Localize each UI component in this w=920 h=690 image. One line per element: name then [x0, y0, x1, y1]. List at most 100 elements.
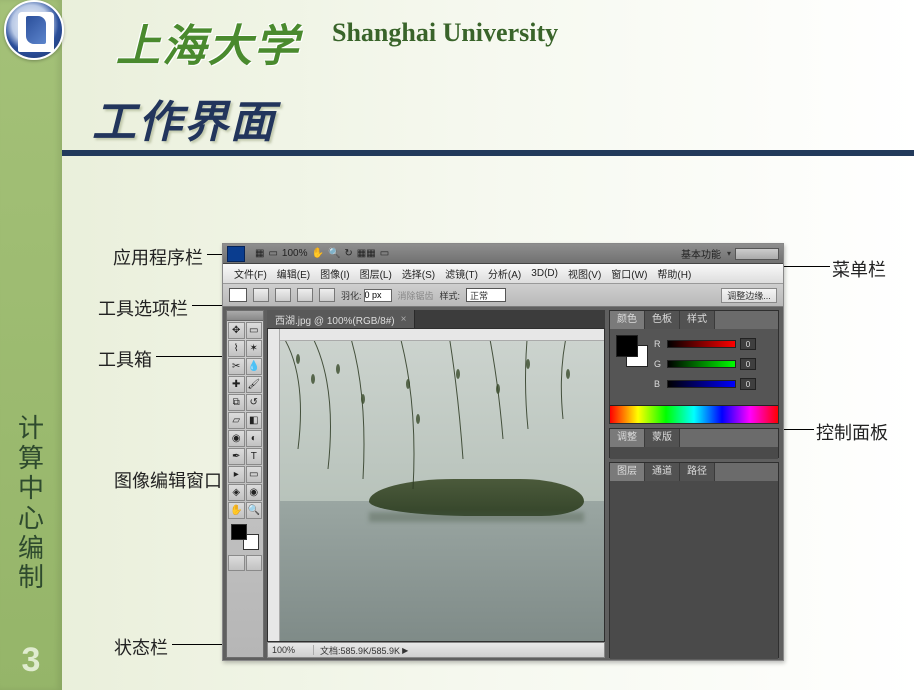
lasso-tool-icon[interactable]: ⌇ — [228, 340, 245, 357]
color-panel[interactable]: 颜色 色板 样式 R 0 G 0 B — [609, 310, 779, 424]
add-selection-icon[interactable] — [275, 288, 291, 302]
g-value[interactable]: 0 — [740, 358, 756, 370]
hand-tool-icon-tb[interactable]: ✋ — [228, 502, 245, 519]
g-label: G — [654, 359, 663, 369]
feather-label: 羽化: — [341, 289, 362, 302]
history-brush-tool-icon[interactable]: ↺ — [246, 394, 263, 411]
style-dropdown[interactable]: 正常 — [466, 288, 506, 302]
bridge-icon[interactable]: ▦ — [255, 248, 264, 259]
b-track[interactable] — [667, 380, 736, 388]
status-menu-icon[interactable]: ▶ — [402, 646, 408, 655]
tab-layers[interactable]: 图层 — [610, 463, 645, 481]
menu-filter[interactable]: 滤镜(T) — [440, 266, 483, 281]
gradient-tool-icon[interactable]: ◧ — [246, 412, 263, 429]
b-slider[interactable]: B 0 — [654, 377, 756, 391]
pen-tool-icon[interactable]: ✒ — [228, 448, 245, 465]
tab-channels[interactable]: 通道 — [645, 463, 680, 481]
crop-tool-icon[interactable]: ✂ — [228, 358, 245, 375]
intersect-selection-icon[interactable] — [319, 288, 335, 302]
refine-edge-button[interactable]: 调整边缘... — [721, 288, 777, 303]
brush-tool-icon[interactable]: 🖌 — [246, 376, 263, 393]
document-tab[interactable]: 西湖.jpg @ 100%(RGB/8#) × — [267, 310, 415, 328]
g-slider[interactable]: G 0 — [654, 357, 756, 371]
status-zoom[interactable]: 100% — [268, 645, 314, 655]
quickmask-mode-icon[interactable] — [246, 555, 263, 571]
toolbox[interactable]: ✥ ▭ ⌇ ✶ ✂ 💧 ✚ 🖌 ⧉ ↺ ▱ ◧ ◉ ◐ ✒ T ▸ ▭ ◈ ◉ — [226, 310, 264, 658]
tab-styles[interactable]: 样式 — [680, 311, 715, 329]
3d-camera-tool-icon[interactable]: ◉ — [246, 484, 263, 501]
stamp-tool-icon[interactable]: ⧉ — [228, 394, 245, 411]
eraser-tool-icon[interactable]: ▱ — [228, 412, 245, 429]
3d-tool-icon[interactable]: ◈ — [228, 484, 245, 501]
tool-preset-icon[interactable] — [229, 288, 247, 302]
fg-bg-swatch[interactable] — [229, 522, 261, 552]
menu-window[interactable]: 窗口(W) — [606, 266, 652, 281]
status-doc-info[interactable]: 文档:585.9K/585.9K — [314, 644, 400, 657]
status-bar[interactable]: 100% 文档:585.9K/585.9K ▶ — [267, 642, 605, 658]
view-extras-icon[interactable]: ▭ — [268, 248, 277, 259]
options-bar[interactable]: 羽化: 消除锯齿 样式: 正常 调整边缘... — [223, 284, 783, 307]
image-edit-window[interactable] — [267, 328, 605, 642]
hand-tool-icon[interactable]: ✋ — [311, 248, 323, 259]
move-tool-icon[interactable]: ✥ — [228, 322, 245, 339]
arrange-docs-icon[interactable]: ▦▦ — [357, 248, 376, 259]
menu-layer[interactable]: 图层(L) — [355, 266, 397, 281]
close-tab-icon[interactable]: × — [401, 314, 407, 325]
adjustments-panel[interactable]: 调整 蒙版 — [609, 428, 779, 458]
style-label: 样式: — [440, 289, 461, 302]
quick-select-tool-icon[interactable]: ✶ — [246, 340, 263, 357]
b-value[interactable]: 0 — [740, 378, 756, 390]
ruler-vertical[interactable] — [268, 329, 280, 641]
r-value[interactable]: 0 — [740, 338, 756, 350]
marquee-tool-icon[interactable]: ▭ — [246, 322, 263, 339]
feather-input[interactable] — [364, 289, 392, 302]
window-controls[interactable] — [735, 248, 779, 260]
menu-view[interactable]: 视图(V) — [563, 266, 606, 281]
shape-tool-icon[interactable]: ▭ — [246, 466, 263, 483]
subtract-selection-icon[interactable] — [297, 288, 313, 302]
menu-image[interactable]: 图像(I) — [315, 266, 354, 281]
eyedropper-tool-icon[interactable]: 💧 — [246, 358, 263, 375]
zoom-tool-icon-tb[interactable]: 🔍 — [246, 502, 263, 519]
g-track[interactable] — [667, 360, 736, 368]
r-track[interactable] — [667, 340, 736, 348]
color-spectrum[interactable] — [610, 405, 778, 423]
new-selection-icon[interactable] — [253, 288, 269, 302]
workspace-switcher[interactable]: 基本功能 — [681, 246, 721, 261]
tab-color[interactable]: 颜色 — [610, 311, 645, 329]
path-select-tool-icon[interactable]: ▸ — [228, 466, 245, 483]
blur-tool-icon[interactable]: ◉ — [228, 430, 245, 447]
menu-select[interactable]: 选择(S) — [397, 266, 440, 281]
fg-color-swatch[interactable] — [231, 524, 247, 540]
tab-paths[interactable]: 路径 — [680, 463, 715, 481]
standard-mode-icon[interactable] — [228, 555, 245, 571]
menu-help[interactable]: 帮助(H) — [652, 266, 696, 281]
menu-3d[interactable]: 3D(D) — [526, 268, 563, 279]
rotate-view-icon[interactable]: ↻ — [344, 248, 352, 259]
menu-analysis[interactable]: 分析(A) — [483, 266, 526, 281]
ruler-horizontal[interactable] — [268, 329, 604, 341]
leader-status-bar-1 — [172, 644, 224, 645]
menu-file[interactable]: 文件(F) — [229, 266, 272, 281]
dodge-tool-icon[interactable]: ◐ — [246, 430, 263, 447]
panel-fg-swatch[interactable] — [616, 335, 638, 357]
toolbox-grip[interactable] — [227, 311, 263, 321]
tab-masks[interactable]: 蒙版 — [645, 429, 680, 447]
zoom-tool-icon[interactable]: 🔍 — [328, 248, 340, 259]
screen-mode-icon[interactable]: ▭ — [380, 248, 389, 259]
application-bar[interactable]: ▦ ▭ 100% ✋ 🔍 ↻ ▦▦ ▭ 基本功能 ▾ — [223, 244, 783, 264]
label-menu-bar: 菜单栏 — [832, 256, 886, 282]
heal-tool-icon[interactable]: ✚ — [228, 376, 245, 393]
label-status-bar: 状态栏 — [114, 634, 168, 660]
type-tool-icon[interactable]: T — [246, 448, 263, 465]
layers-panel[interactable]: 图层 通道 路径 — [609, 462, 779, 658]
tab-swatches[interactable]: 色板 — [645, 311, 680, 329]
workspace-chevron-icon[interactable]: ▾ — [727, 249, 731, 258]
document-tab-bar[interactable]: 西湖.jpg @ 100%(RGB/8#) × — [267, 310, 605, 328]
menu-bar[interactable]: 文件(F) 编辑(E) 图像(I) 图层(L) 选择(S) 滤镜(T) 分析(A… — [223, 264, 783, 284]
menu-edit[interactable]: 编辑(E) — [272, 266, 315, 281]
label-toolbox: 工具箱 — [98, 346, 152, 372]
r-slider[interactable]: R 0 — [654, 337, 756, 351]
tab-adjustments[interactable]: 调整 — [610, 429, 645, 447]
zoom-level[interactable]: 100% — [282, 248, 308, 259]
